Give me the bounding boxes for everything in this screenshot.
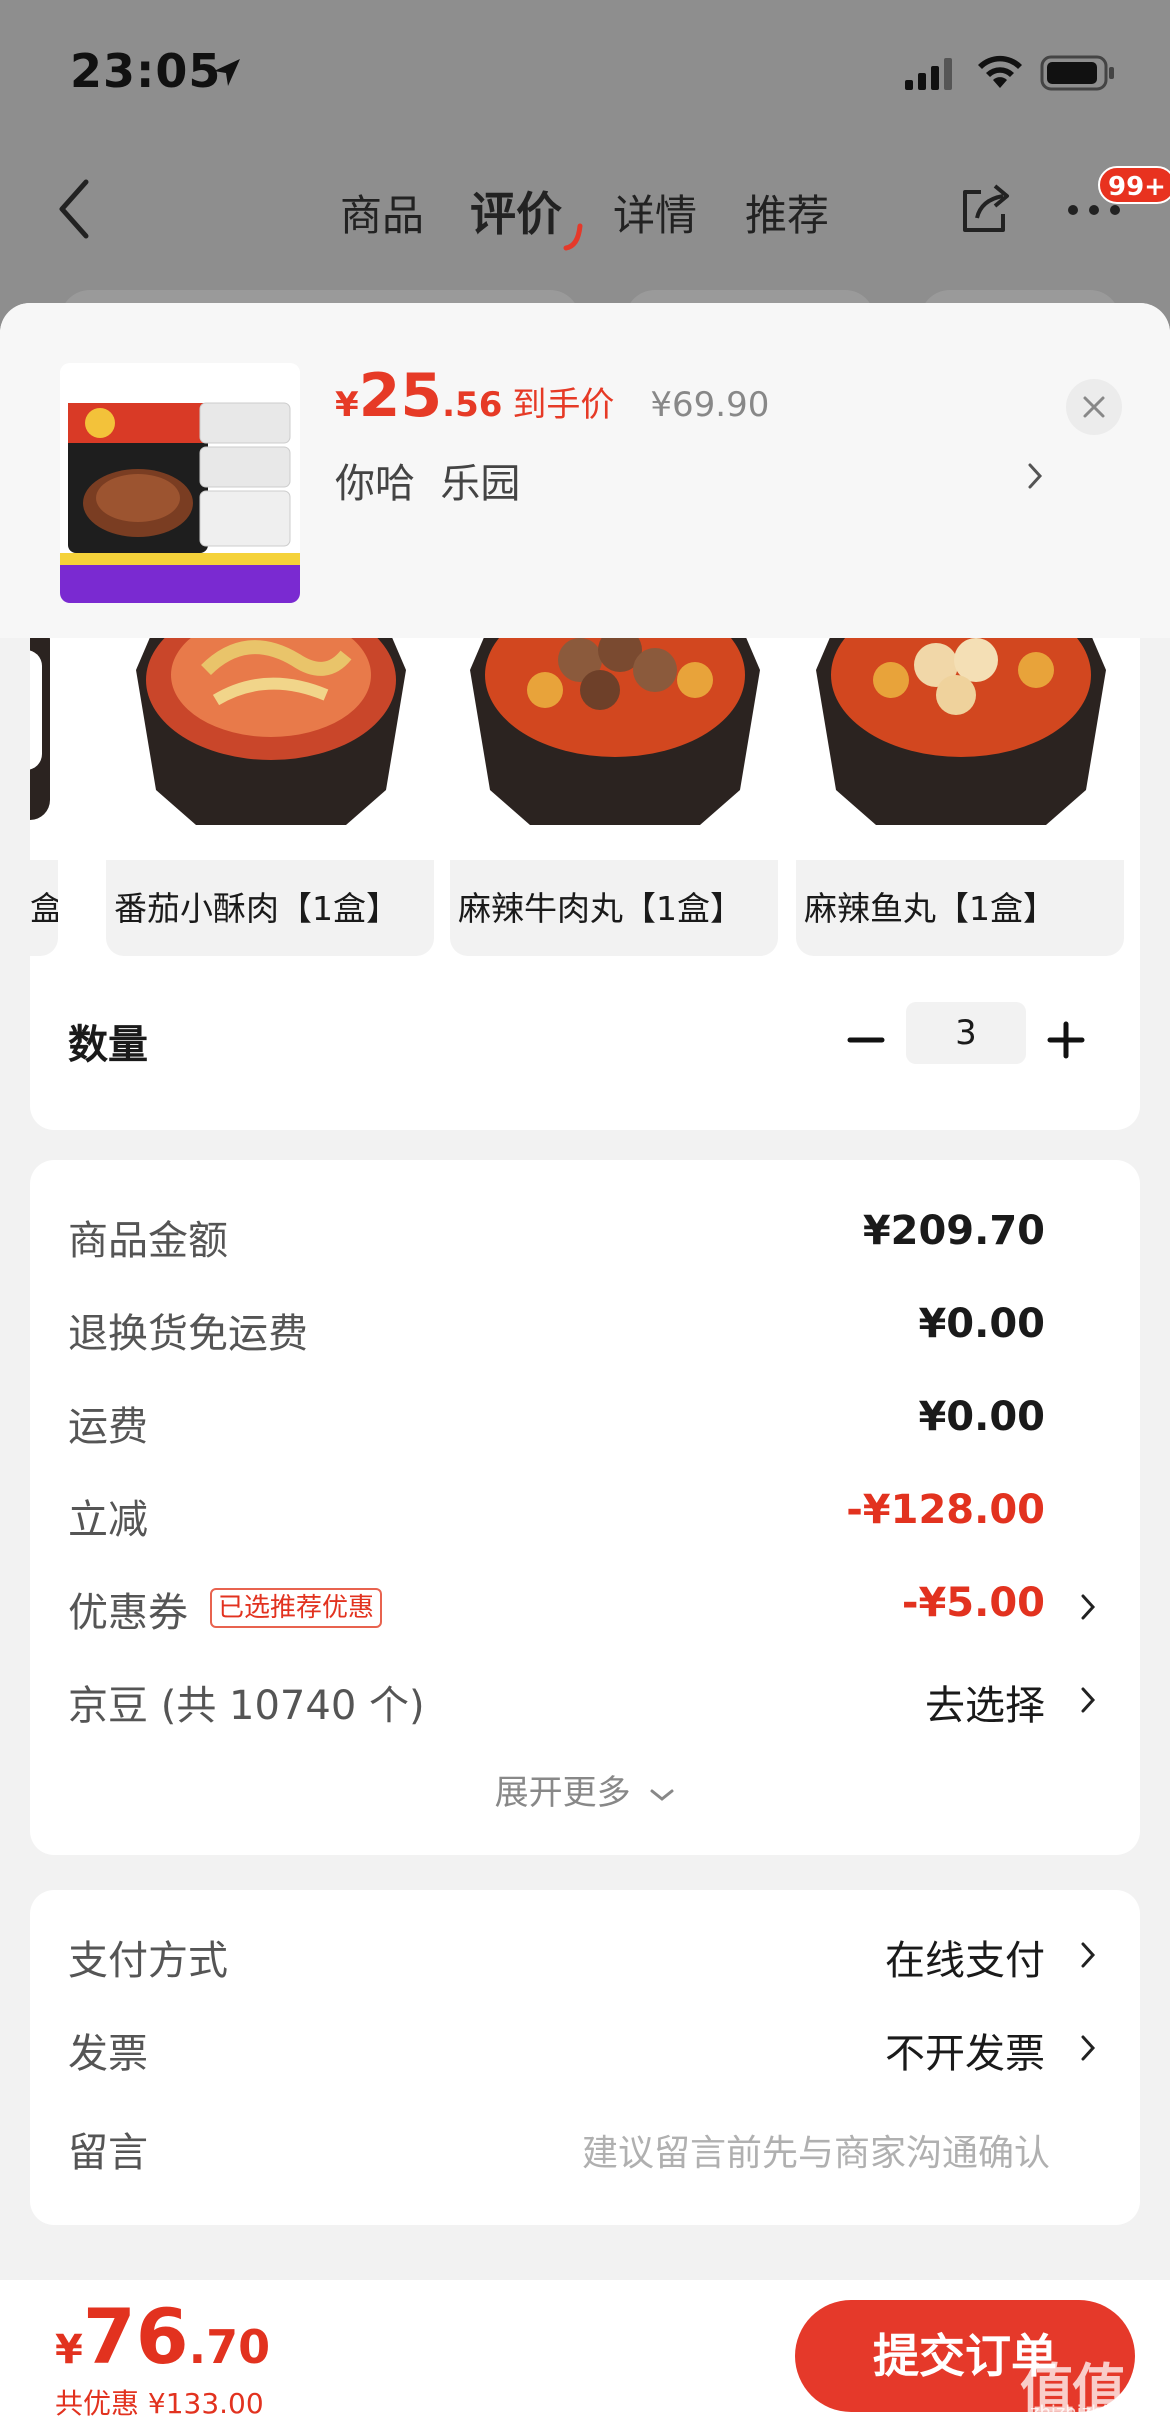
tab-details[interactable]: 详情 xyxy=(613,182,697,243)
variant-name: 盒】 xyxy=(30,889,58,928)
variant-name: 麻辣鱼丸【1盒】 xyxy=(804,889,1056,928)
quantity-value[interactable]: 3 xyxy=(906,1002,1026,1064)
invoice-row[interactable]: 发票 不开发票 xyxy=(30,2013,1140,2083)
payment-card: 支付方式 在线支付 发票 不开发票 留言 建议留言前先与商家沟通确认 xyxy=(30,1890,1140,2225)
quantity-label: 数量 xyxy=(68,1022,148,1068)
row-value: 去选择 xyxy=(925,1683,1045,1729)
expand-more-label: 展开更多 xyxy=(494,1773,631,1813)
payment-method-row[interactable]: 支付方式 在线支付 xyxy=(30,1920,1140,1990)
total-symbol: ¥ xyxy=(55,2327,83,2373)
minus-icon[interactable] xyxy=(846,1010,886,1070)
nav-bar: 商品 评价 详情 推荐 99+ xyxy=(0,160,1170,260)
close-button[interactable] xyxy=(1066,379,1122,435)
jingdou-row[interactable]: 京豆 (共 10740 个) 去选择 xyxy=(30,1665,1140,1735)
chevron-right-icon xyxy=(1081,1594,1096,1620)
chevron-right-icon[interactable] xyxy=(1025,459,1045,493)
return-free-row: 退换货免运费 ¥0.00 xyxy=(30,1293,1140,1363)
watermark-site: zhizhizhi.com xyxy=(1030,2402,1152,2423)
tab-recommend[interactable]: 推荐 xyxy=(745,182,829,243)
back-arrow-icon[interactable] xyxy=(50,174,100,244)
row-value: ¥209.70 xyxy=(862,1208,1045,1254)
original-price: ¥69.90 xyxy=(650,385,770,425)
total-decimal: .70 xyxy=(188,2320,271,2374)
chevron-right-icon xyxy=(1081,1942,1096,1968)
price-symbol: ¥ xyxy=(335,385,359,425)
row-label: 发票 xyxy=(68,2031,148,2077)
row-label: 商品金额 xyxy=(68,1218,228,1264)
discount-row: 立减 -¥128.00 xyxy=(30,1479,1140,1549)
quantity-row: 数量 3 xyxy=(30,960,1140,1130)
wifi-icon xyxy=(978,55,1022,88)
row-label: 立减 xyxy=(68,1497,148,1543)
selected-variant[interactable]: 你哈 乐园 xyxy=(335,451,520,509)
coupon-tag: 已选推荐优惠 xyxy=(210,1588,383,1628)
bottom-bar: ¥76.70 共优惠 ¥133.00 提交订单 xyxy=(0,2280,1170,2430)
status-bar: 23:05 xyxy=(0,0,1170,150)
row-value: ¥0.00 xyxy=(918,1301,1045,1347)
row-label: 京豆 (共 10740 个) xyxy=(68,1683,425,1729)
notification-badge: 99+ xyxy=(1098,166,1170,204)
price-integer: 25 xyxy=(358,361,443,431)
message-input[interactable]: 建议留言前先与商家沟通确认 xyxy=(582,2124,1050,2176)
variant-name: 番茄小酥肉【1盒】 xyxy=(114,889,399,928)
goods-amount-row: 商品金额 ¥209.70 xyxy=(30,1200,1140,1270)
status-time: 23:05 xyxy=(70,44,222,98)
coupon-row[interactable]: 优惠券 已选推荐优惠 -¥5.00 xyxy=(30,1572,1140,1642)
row-label: 退换货免运费 xyxy=(68,1311,308,1357)
total-integer: 76 xyxy=(82,2292,189,2381)
chevron-right-icon xyxy=(1081,1687,1096,1713)
tab-goods[interactable]: 商品 xyxy=(340,182,424,243)
location-arrow-icon xyxy=(214,59,240,86)
total-price: ¥76.70 xyxy=(55,2292,270,2381)
total-saved: 共优惠 ¥133.00 xyxy=(55,2387,264,2420)
row-label: 留言 xyxy=(68,2130,148,2176)
close-icon xyxy=(1083,396,1105,418)
battery-icon xyxy=(1040,55,1114,91)
expand-more-button[interactable]: 展开更多 xyxy=(30,1765,1140,1814)
plus-icon[interactable] xyxy=(1046,1010,1086,1070)
row-value: -¥5.00 xyxy=(901,1580,1045,1626)
message-row[interactable]: 留言 建议留言前先与商家沟通确认 xyxy=(30,2112,1140,2182)
row-label: 运费 xyxy=(68,1404,148,1450)
product-thumbnail xyxy=(60,363,300,603)
price-breakdown-card: 商品金额 ¥209.70 退换货免运费 ¥0.00 运费 ¥0.00 立减 -¥… xyxy=(30,1160,1140,1855)
price-label: 到手价 xyxy=(512,385,615,425)
row-value: 在线支付 xyxy=(885,1938,1045,1984)
variant-name: 麻辣牛肉丸【1盒】 xyxy=(458,889,743,928)
row-value: -¥128.00 xyxy=(846,1487,1045,1533)
tab-active-indicator xyxy=(563,223,583,251)
row-value: 不开发票 xyxy=(885,2031,1045,2077)
tab-reviews[interactable]: 评价 xyxy=(470,178,562,244)
chevron-down-icon xyxy=(650,1789,674,1801)
product-summary: ¥25.56 到手价 ¥69.90 你哈 乐园 xyxy=(0,303,1170,638)
shipping-row: 运费 ¥0.00 xyxy=(30,1386,1140,1456)
price-line: ¥25.56 到手价 ¥69.90 xyxy=(335,361,769,431)
signal-icon xyxy=(905,58,952,90)
chevron-right-icon xyxy=(1081,2035,1096,2061)
row-value: ¥0.00 xyxy=(918,1394,1045,1440)
row-label: 优惠券 xyxy=(68,1590,188,1636)
row-label: 支付方式 xyxy=(68,1938,228,1984)
price-decimal: .56 xyxy=(442,385,503,425)
share-icon[interactable] xyxy=(955,178,1017,240)
dimmed-overlay[interactable]: 23:05 商品 评价 详情 推荐 99+ xyxy=(0,0,1170,350)
